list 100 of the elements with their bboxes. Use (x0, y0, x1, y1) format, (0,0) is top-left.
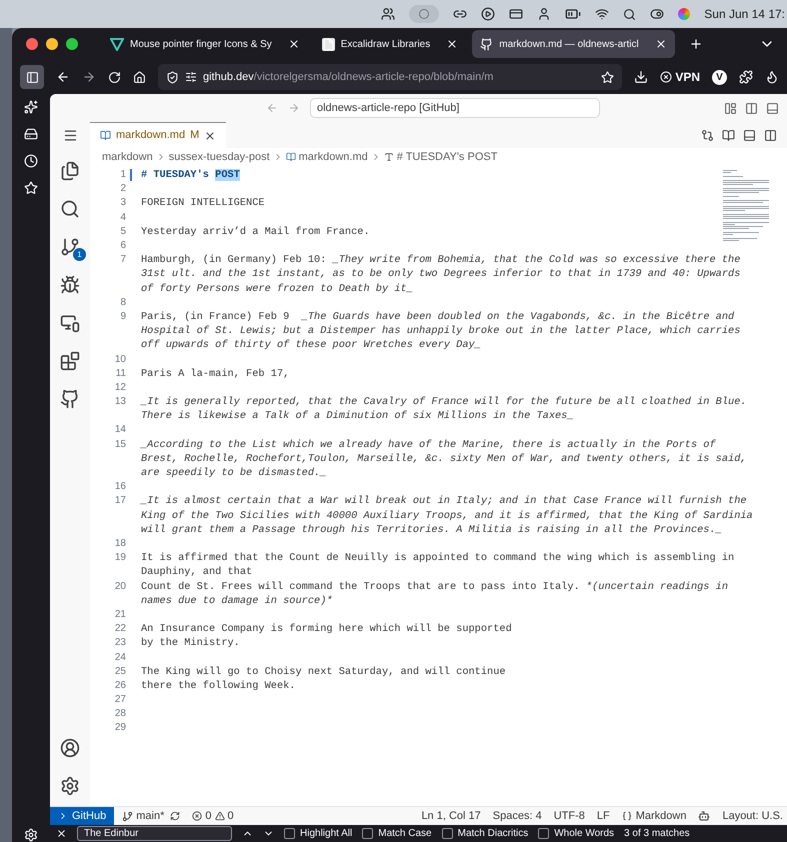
code-line: there the following Week. (141, 678, 296, 694)
preview-icon[interactable] (722, 128, 735, 142)
files-icon[interactable] (60, 161, 80, 181)
close-icon[interactable] (56, 828, 67, 839)
status-item[interactable]: LF (596, 808, 610, 824)
new-tab-icon[interactable] (688, 37, 703, 51)
breadcrumb-item[interactable]: # TUESDAY's POST (396, 148, 498, 166)
github-icon[interactable] (60, 389, 80, 409)
line-number: 28 (114, 707, 126, 722)
code-line: will grant them a Passage through his Territories. A Militia is raising in all the Provinces._ (141, 522, 723, 537)
status-item[interactable]: Ln 1, Col 17 (421, 808, 481, 824)
close-icon[interactable] (654, 38, 667, 50)
source-control-icon[interactable] (60, 237, 80, 257)
warning-icon (214, 811, 224, 821)
settings-icon[interactable] (60, 776, 80, 796)
status-item[interactable]: Layout: U.S. (722, 808, 783, 824)
control-center-icon[interactable] (650, 7, 664, 21)
menu-bar-clock[interactable]: Sun Jun 14 17: (704, 5, 785, 23)
browser-tab[interactable]: markdown.md — oldnews-articl (472, 30, 675, 58)
users-icon[interactable] (381, 7, 396, 21)
breadcrumb-item[interactable]: sussex-tuesday-post (168, 148, 270, 166)
match-count: 3 of 3 matches (624, 827, 690, 841)
breadcrumb-item[interactable]: markdown.md (298, 148, 368, 166)
debug-icon[interactable] (60, 275, 80, 295)
close-icon[interactable] (204, 130, 216, 142)
code-line: _According to the List which we already have of the Marine, there is actually in the Ports of (141, 438, 717, 452)
extensions-icon[interactable] (60, 351, 80, 371)
user-icon[interactable] (537, 7, 552, 21)
code-line: FOREIGN INTELLIGENCE (141, 196, 265, 211)
play-icon[interactable] (481, 7, 496, 21)
code-line: Count de St. Frees will command the Troops that are to pass into Italy. *(uncertain readings in (141, 580, 728, 594)
menu-icon[interactable] (62, 128, 78, 143)
back-icon[interactable] (56, 70, 70, 84)
flame-icon[interactable] (765, 70, 779, 84)
sync-icon[interactable] (170, 811, 180, 821)
status-item[interactable]: UTF-8 (554, 808, 585, 824)
close-window-button[interactable] (26, 38, 38, 50)
line-number: 17 (114, 494, 126, 508)
panel-icon[interactable] (766, 102, 779, 114)
browser-tab[interactable]: Mouse pointer finger Icons & Sy (102, 30, 308, 58)
branch-indicator[interactable]: main* (122, 808, 164, 824)
line-number: 14 (114, 423, 126, 438)
sparkle-icon[interactable] (24, 100, 38, 114)
command-center[interactable]: oldnews-article-repo [GitHub] (310, 98, 600, 118)
remote-indicator[interactable]: GitHub (50, 807, 114, 825)
bookmarks-icon[interactable] (24, 181, 38, 195)
problems-indicator[interactable]: 0 0 (192, 808, 234, 824)
search-icon[interactable] (623, 8, 636, 20)
history-icon[interactable] (24, 154, 38, 168)
status-item[interactable]: Spaces: 4 (492, 808, 542, 824)
notification-badge: 1 (73, 248, 86, 261)
remote-explorer-icon[interactable] (60, 313, 80, 333)
download-icon[interactable] (634, 70, 648, 84)
extensions-icon[interactable] (739, 70, 753, 84)
browser-tab[interactable]: Excalidraw Libraries (314, 30, 466, 58)
tab-filename: markdown.md (116, 128, 186, 144)
drive-icon[interactable] (24, 127, 38, 141)
url-bar[interactable]: github.dev/victorelgersma/oldnews-article-repo/blob/main/m (158, 64, 622, 90)
home-icon[interactable] (133, 70, 146, 84)
search-icon[interactable] (60, 199, 80, 219)
vpn-off-icon (660, 71, 672, 83)
split-editor-icon[interactable] (764, 128, 777, 142)
layout-icon[interactable] (724, 102, 737, 114)
breadcrumb-item[interactable]: markdown (102, 148, 153, 166)
profile-avatar[interactable]: V (712, 70, 727, 84)
checkbox[interactable] (442, 828, 453, 839)
checkbox[interactable] (362, 828, 374, 839)
close-icon[interactable] (446, 38, 458, 50)
panel-toggle-icon[interactable] (743, 128, 756, 142)
line-number: 26 (114, 678, 126, 693)
sidebar-layout-icon[interactable] (745, 102, 758, 114)
zoom-window-button[interactable] (66, 38, 78, 50)
editor-tab[interactable]: markdown.md M (90, 122, 226, 148)
minimize-window-button[interactable] (46, 38, 58, 50)
copilot-icon[interactable] (698, 810, 710, 822)
line-number: 5 (120, 224, 126, 239)
checkbox[interactable] (284, 828, 295, 839)
line-number: 16 (114, 480, 126, 494)
line-number: 29 (114, 721, 126, 736)
line-number: 27 (114, 693, 126, 708)
wifi-icon[interactable] (595, 7, 610, 21)
checkbox[interactable] (538, 828, 550, 839)
code-line: are speedily to be dismasted._ (141, 466, 328, 480)
vpn-button[interactable]: VPN (660, 68, 700, 86)
card-icon[interactable] (509, 7, 524, 21)
reload-icon[interactable] (108, 70, 121, 84)
language-mode[interactable]: Markdown (622, 808, 686, 824)
compare-changes-icon[interactable] (701, 128, 714, 142)
sidebar-toggle-button[interactable] (20, 65, 44, 89)
account-icon[interactable] (60, 738, 80, 758)
tab-title: markdown.md — oldnews-articl (499, 38, 639, 52)
line-number: 24 (114, 650, 126, 665)
line-number: 25 (114, 664, 126, 679)
markdown-file-icon (286, 152, 296, 162)
close-icon[interactable] (288, 38, 300, 50)
forward-icon[interactable] (82, 70, 96, 84)
code-line: Dauphiny, and that (141, 565, 254, 580)
line-number: 7 (120, 253, 126, 268)
find-input[interactable]: The Edinbur (77, 826, 232, 841)
star-icon[interactable] (601, 70, 614, 84)
